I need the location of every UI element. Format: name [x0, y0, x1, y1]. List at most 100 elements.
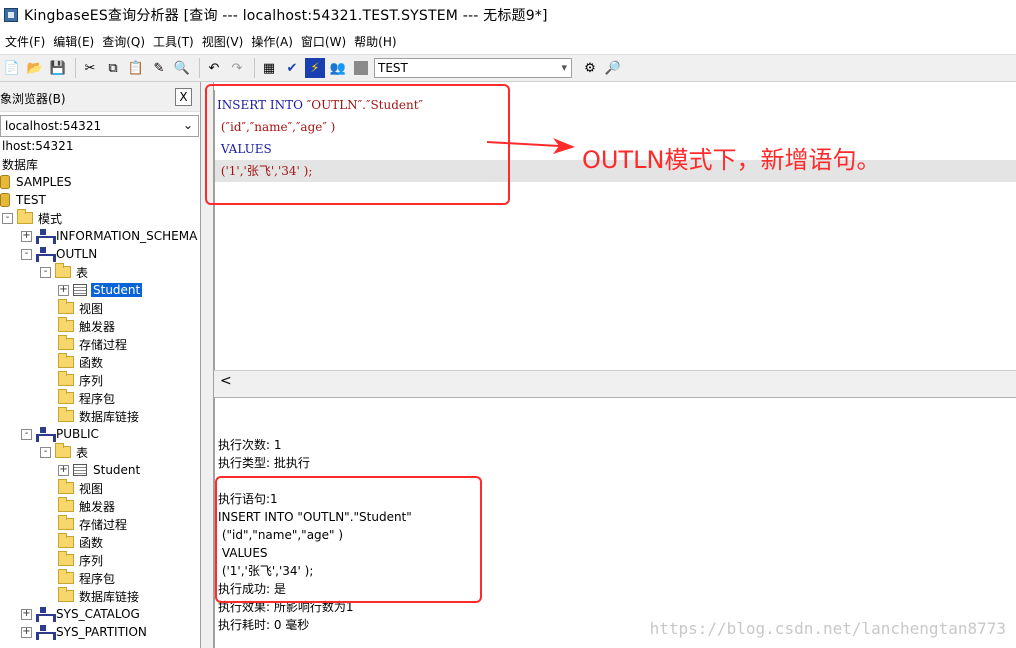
tree-item[interactable]: 存储过程 — [58, 515, 129, 533]
menu-file[interactable]: 文件(F) — [2, 33, 48, 50]
schema-icon — [36, 607, 56, 622]
object-browser-header: 对象浏览器(B) X — [0, 82, 200, 112]
tree-item[interactable]: 视图 — [58, 479, 105, 497]
folder-icon — [58, 389, 74, 404]
scroll-left-icon[interactable]: < — [220, 373, 232, 389]
tree-item[interactable]: 序列 — [58, 371, 105, 389]
collapse-icon[interactable]: - — [2, 212, 13, 224]
menu-bar: 文件(F) 编辑(E) 查询(Q) 工具(T) 视图(V) 操作(A) 窗口(W… — [0, 30, 1016, 52]
object-browser-title: 对象浏览器(B) — [0, 92, 66, 106]
collapse-icon[interactable]: - — [40, 266, 51, 278]
tree-item-label: 程序包 — [79, 391, 116, 406]
tree-item[interactable]: + SYS_PARTITION — [21, 623, 149, 641]
menu-view[interactable]: 视图(V) — [199, 33, 247, 50]
tree-item[interactable]: - 模式 — [2, 209, 64, 227]
tree-item[interactable]: 数据库链接 — [58, 587, 141, 605]
tree-item[interactable]: - PUBLIC — [21, 425, 101, 443]
edit-icon[interactable]: ✎ — [149, 58, 169, 78]
redo-icon[interactable]: ↷ — [227, 58, 247, 78]
save-icon[interactable]: 💾 — [48, 58, 68, 78]
menu-action[interactable]: 操作(A) — [248, 33, 296, 50]
expand-icon[interactable]: + — [21, 626, 32, 638]
tree-item-label: 程序包 — [79, 571, 116, 586]
toolbar-separator — [254, 58, 255, 78]
tree-item[interactable]: 视图 — [58, 299, 105, 317]
grid-icon[interactable]: ▦ — [259, 58, 279, 78]
close-button[interactable]: X — [175, 88, 192, 106]
expand-icon[interactable]: + — [58, 284, 69, 296]
menu-window[interactable]: 窗口(W) — [298, 33, 349, 50]
tree-item[interactable]: + Student — [58, 461, 142, 479]
server-select[interactable]: localhost:54321 ⌄ — [0, 115, 199, 137]
check-icon[interactable]: ✔ — [282, 58, 302, 78]
tree-item[interactable]: SAMPLES — [0, 173, 74, 191]
folder-icon — [58, 551, 74, 566]
collapse-icon[interactable]: - — [21, 248, 32, 260]
new-file-icon[interactable]: 📄 — [2, 58, 22, 78]
tree-item[interactable]: 数据库 — [0, 155, 40, 173]
database-icon — [0, 193, 10, 207]
menu-tools[interactable]: 工具(T) — [150, 33, 197, 50]
tree-item[interactable]: -表 — [40, 443, 90, 461]
expand-icon[interactable]: + — [21, 608, 32, 620]
users-icon[interactable]: 👥 — [328, 58, 348, 78]
menu-help[interactable]: 帮助(H) — [351, 33, 399, 50]
search-object-icon[interactable]: 🔎 — [603, 58, 623, 78]
tree-item[interactable]: 存储过程 — [58, 335, 129, 353]
object-icon[interactable]: ⚙ — [580, 58, 600, 78]
horizontal-scrollbar[interactable]: < — [214, 370, 1016, 390]
object-browser: 对象浏览器(B) X localhost:54321 ⌄ lhost:54321… — [0, 82, 201, 648]
paste-icon[interactable]: 📋 — [126, 58, 146, 78]
result-line: 执行类型: 批执行 — [218, 456, 310, 470]
tree-item[interactable]: + SYS_CATALOG — [21, 605, 142, 623]
execute-icon[interactable]: ⚡ — [305, 58, 325, 78]
undo-icon[interactable]: ↶ — [204, 58, 224, 78]
tree-item[interactable]: -表 — [40, 263, 90, 281]
open-folder-icon[interactable]: 📂 — [25, 58, 45, 78]
tree-item[interactable]: 程序包 — [58, 569, 117, 587]
tree-item-label: 存储过程 — [79, 517, 128, 532]
tree-item[interactable]: + Student — [58, 281, 143, 299]
cut-icon[interactable]: ✂ — [80, 58, 100, 78]
tree-item[interactable]: TEST — [0, 191, 48, 209]
tree-item[interactable]: + INFORMATION_SCHEMA — [21, 227, 199, 245]
tree-item-label: 数据库链接 — [79, 589, 140, 604]
folder-icon — [55, 263, 71, 278]
expand-icon[interactable]: + — [21, 230, 32, 242]
find-icon[interactable]: 🔍 — [172, 58, 192, 78]
collapse-icon[interactable]: - — [40, 446, 51, 458]
tree-item[interactable]: lhost:54321 — [0, 137, 75, 155]
tree-item[interactable]: - OUTLN — [21, 245, 99, 263]
schema-icon — [36, 427, 56, 442]
tree-item[interactable]: 数据库链接 — [58, 407, 141, 425]
menu-query[interactable]: 查询(Q) — [99, 33, 148, 50]
database-select[interactable]: TEST ▾ — [374, 58, 572, 78]
tree-item-label: OUTLN — [56, 247, 98, 261]
tree-item[interactable]: 序列 — [58, 551, 105, 569]
tree-item[interactable]: 函数 — [58, 533, 105, 551]
collapse-icon[interactable]: - — [21, 428, 32, 440]
copy-icon[interactable]: ⧉ — [103, 58, 123, 78]
menu-edit[interactable]: 编辑(E) — [50, 33, 97, 50]
tree-item-label: 视图 — [79, 301, 104, 316]
window-title: KingbaseES查询分析器 [查询 --- localhost:54321.… — [24, 8, 548, 24]
tree-item-label: 表 — [76, 445, 89, 460]
stop-icon[interactable] — [351, 58, 371, 78]
tree-item-label: 函数 — [79, 535, 104, 550]
expand-icon[interactable]: + — [58, 464, 69, 476]
folder-icon — [58, 353, 74, 368]
tree-item[interactable]: 触发器 — [58, 317, 117, 335]
tree-item[interactable]: 函数 — [58, 353, 105, 371]
watermark: https://blog.csdn.net/lanchengtan8773 — [649, 619, 1006, 638]
tree-item-label: PUBLIC — [56, 427, 99, 441]
pane-splitter[interactable] — [214, 390, 1016, 398]
tree-item-label: SAMPLES — [16, 175, 72, 189]
tree-item-label: 数据库链接 — [79, 409, 140, 424]
schema-icon — [36, 625, 56, 640]
schema-icon — [36, 229, 56, 244]
tree-item[interactable]: 程序包 — [58, 389, 117, 407]
folder-icon — [55, 443, 71, 458]
tree-item[interactable]: 触发器 — [58, 497, 117, 515]
chevron-down-icon: ⌄ — [182, 118, 193, 132]
folder-icon — [58, 587, 74, 602]
